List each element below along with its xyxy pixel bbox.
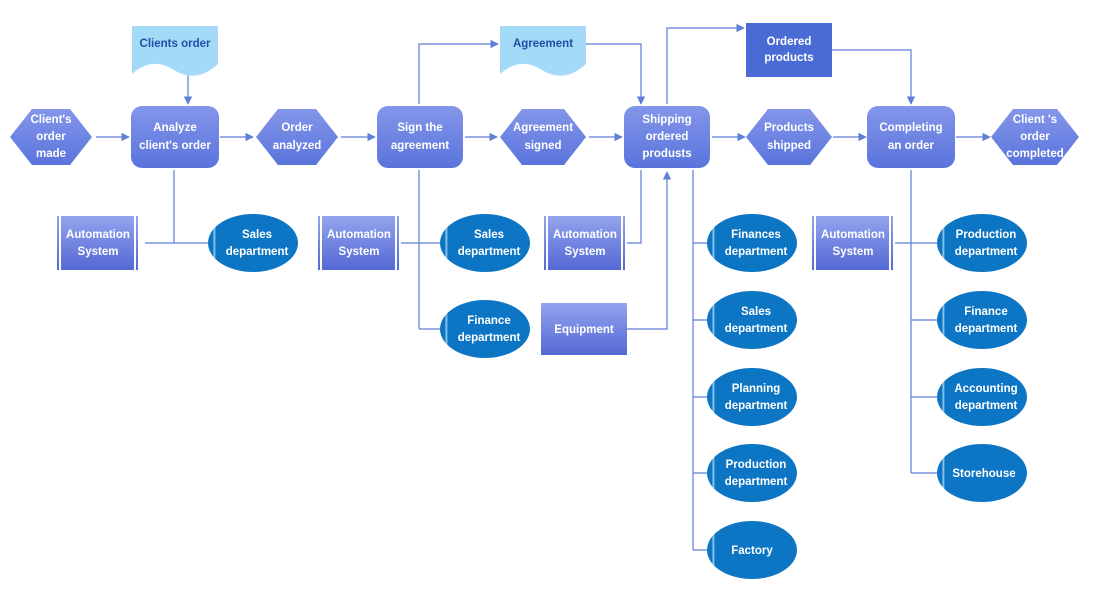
sign-the-agreement-process[interactable]: Sign the agreement xyxy=(377,106,463,168)
automation-system-2-bar-l2 xyxy=(320,216,322,270)
automation-system-4[interactable]: Automation System xyxy=(810,216,895,270)
automation-system-4-bar-l2 xyxy=(814,216,816,270)
sales-department-3-ellipse xyxy=(707,291,797,349)
order-analyzed-hexagon xyxy=(256,109,338,165)
ordered-products-rect xyxy=(746,23,832,77)
automation-system-2-bar-r1 xyxy=(395,216,397,270)
completing-an-order-rect xyxy=(867,106,955,168)
sales-department-1-ellipse xyxy=(208,214,298,272)
automation-system-3-bar-r2 xyxy=(625,216,627,270)
automation-system-1-bar-l2 xyxy=(59,216,61,270)
factory-ellipse xyxy=(707,521,797,579)
planning-department-ellipse xyxy=(707,368,797,426)
factory-node[interactable]: Factory xyxy=(707,521,797,579)
products-shipped-hexagon xyxy=(746,109,832,165)
connector-equipment-to-shipping xyxy=(627,171,672,330)
sales-department-1-node[interactable]: Sales department xyxy=(208,214,298,272)
storehouse-ellipse xyxy=(937,444,1027,502)
analyze-client-order-rect xyxy=(131,106,219,168)
automation-system-4-bar-r2 xyxy=(893,216,895,270)
agreement-doc-shape xyxy=(500,26,586,76)
equipment-node[interactable]: Equipment xyxy=(541,303,627,355)
connector-shipping-to-ordered-products xyxy=(666,23,745,104)
agreement-signed-event[interactable]: Agreement signed xyxy=(500,109,586,165)
connector-agreement-doc-to-shipping xyxy=(586,43,646,105)
client-order-completed-hexagon xyxy=(991,109,1079,165)
automation-system-1-body xyxy=(55,216,140,270)
connector-ordered-products-to-completing xyxy=(832,49,916,105)
flowchart-svg: Clients order Agreement Ordered products… xyxy=(10,23,1079,579)
production-department-2-ellipse xyxy=(937,214,1027,272)
automation-system-3[interactable]: Automation System xyxy=(542,216,627,270)
automation-system-3-bar-l1 xyxy=(542,216,544,270)
production-department-1-node[interactable]: Production department xyxy=(707,444,797,502)
completing-an-order-process[interactable]: Completing an order xyxy=(867,106,955,168)
planning-department-node[interactable]: Planning department xyxy=(707,368,797,426)
sign-the-agreement-rect xyxy=(377,106,463,168)
automation-system-1-bar-r1 xyxy=(134,216,136,270)
automation-system-3-body xyxy=(542,216,627,270)
automation-system-4-bar-r1 xyxy=(889,216,891,270)
order-analyzed-event[interactable]: Order analyzed xyxy=(256,109,338,165)
accounting-department-node[interactable]: Accounting department xyxy=(937,368,1027,426)
connector-layer xyxy=(96,23,991,551)
automation-system-2[interactable]: Automation System xyxy=(316,216,401,270)
automation-system-1-bar-r2 xyxy=(138,216,140,270)
automation-system-4-body xyxy=(810,216,895,270)
automation-system-1[interactable]: Automation System xyxy=(55,216,140,270)
automation-system-2-bar-r2 xyxy=(399,216,401,270)
diagram-canvas: Clients order Agreement Ordered products… xyxy=(0,0,1095,590)
clients-order-document[interactable]: Clients order xyxy=(132,26,218,76)
sales-department-3-node[interactable]: Sales department xyxy=(707,291,797,349)
finance-department-1-ellipse xyxy=(440,300,530,358)
finances-department-node[interactable]: Finances department xyxy=(707,214,797,272)
production-department-2-node[interactable]: Production department xyxy=(937,214,1027,272)
finance-department-2-ellipse xyxy=(937,291,1027,349)
shipping-ordered-products-rect xyxy=(624,106,710,168)
sales-department-2-node[interactable]: Sales department xyxy=(440,214,530,272)
agreement-signed-hexagon xyxy=(500,109,586,165)
connector-sign-to-agreement-doc xyxy=(418,39,499,104)
accounting-department-ellipse xyxy=(937,368,1027,426)
client-order-completed-event[interactable]: Client 's order completed xyxy=(991,109,1079,165)
agreement-document[interactable]: Agreement xyxy=(500,26,586,76)
storehouse-node[interactable]: Storehouse xyxy=(937,444,1027,502)
ordered-products-data-node[interactable]: Ordered products xyxy=(746,23,832,77)
automation-system-4-bar-l1 xyxy=(810,216,812,270)
finances-department-ellipse xyxy=(707,214,797,272)
analyze-client-order-process[interactable]: Analyze client's order xyxy=(131,106,219,168)
automation-system-3-bar-l2 xyxy=(546,216,548,270)
shipping-ordered-products-process[interactable]: Shipping ordered produsts xyxy=(624,106,710,168)
automation-system-2-body xyxy=(316,216,401,270)
client-order-made-hexagon xyxy=(10,109,92,165)
finance-department-1-node[interactable]: Finance department xyxy=(440,300,530,358)
automation-system-1-bar-l1 xyxy=(55,216,57,270)
sales-department-2-ellipse xyxy=(440,214,530,272)
client-order-made-event[interactable]: Client's order made xyxy=(10,109,92,165)
clients-order-doc-shape xyxy=(132,26,218,76)
equipment-rect xyxy=(541,303,627,355)
finance-department-2-node[interactable]: Finance department xyxy=(937,291,1027,349)
automation-system-3-bar-r1 xyxy=(621,216,623,270)
products-shipped-event[interactable]: Products shipped xyxy=(746,109,832,165)
production-department-1-ellipse xyxy=(707,444,797,502)
automation-system-2-bar-l1 xyxy=(316,216,318,270)
